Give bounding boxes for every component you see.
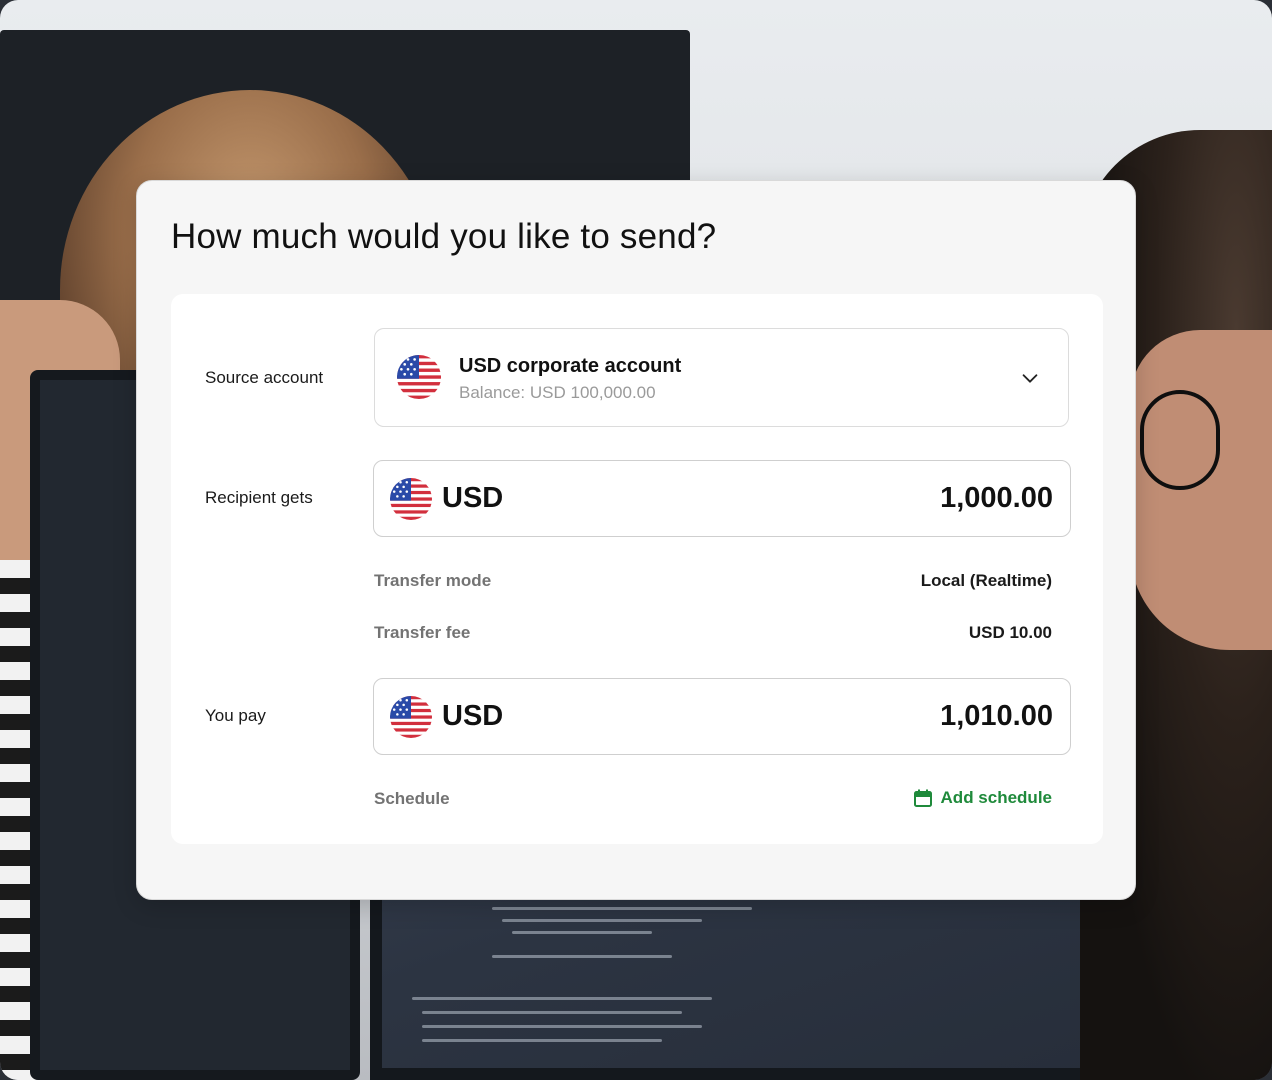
- recipient-gets-label: Recipient gets: [205, 488, 313, 507]
- us-flag-icon: [390, 696, 432, 738]
- recipient-amount-field[interactable]: USD 1,000.00: [373, 460, 1071, 537]
- transfer-form-panel: Source account USD corporate account Bal…: [171, 294, 1103, 844]
- add-schedule-label: Add schedule: [940, 788, 1052, 807]
- transfer-mode-label: Transfer mode: [374, 571, 492, 590]
- transfer-mode-value: Local (Realtime): [920, 571, 1052, 590]
- schedule-label: Schedule: [374, 789, 450, 808]
- pay-amount-field[interactable]: USD 1,010.00: [373, 678, 1071, 755]
- source-account-balance: Balance: USD 100,000.00: [459, 383, 656, 402]
- source-account-name: USD corporate account: [459, 355, 682, 377]
- recipient-amount[interactable]: 1,000.00: [940, 482, 1053, 515]
- source-account-select[interactable]: USD corporate account Balance: USD 100,0…: [374, 328, 1069, 427]
- send-money-card: How much would you like to send? Source …: [136, 180, 1136, 900]
- us-flag-icon: [397, 355, 441, 399]
- transfer-fee-label: Transfer fee: [374, 623, 471, 642]
- page-title: How much would you like to send?: [171, 217, 717, 256]
- transfer-fee-value: USD 10.00: [968, 623, 1052, 642]
- chevron-down-icon[interactable]: [1019, 367, 1041, 389]
- calendar-icon: [913, 789, 932, 807]
- source-account-label: Source account: [205, 368, 324, 387]
- add-schedule-button[interactable]: Add schedule: [913, 788, 1052, 808]
- pay-currency: USD: [442, 700, 504, 732]
- pay-amount[interactable]: 1,010.00: [940, 700, 1053, 733]
- recipient-currency: USD: [442, 482, 504, 514]
- you-pay-label: You pay: [205, 706, 266, 725]
- us-flag-icon: [390, 478, 432, 520]
